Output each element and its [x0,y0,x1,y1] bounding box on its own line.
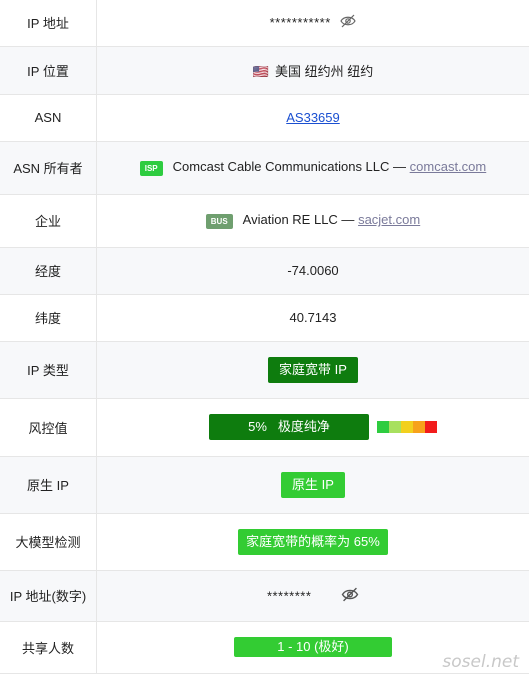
label-latitude: 纬度 [0,294,97,342]
company-domain-link[interactable]: sacjet.com [358,212,420,227]
label-ip-type: IP 类型 [0,341,97,399]
asn-link[interactable]: AS33659 [286,110,340,125]
ip-type-badge: 家庭宽带 IP [268,356,358,383]
ip-info-table: IP 地址 *********** IP 位置 🇺🇸 美国 纽约州 纽约 ASN … [0,0,529,674]
row-ip-location: IP 位置 🇺🇸 美国 纽约州 纽约 [0,46,529,95]
risk-scale-yellow [401,421,413,433]
label-longitude: 经度 [0,247,97,295]
watermark: sosel.net [442,652,519,672]
us-flag-icon: 🇺🇸 [252,63,269,79]
row-ip-type: IP 类型 家庭宽带 IP [0,341,529,399]
label-native-ip: 原生 IP [0,456,97,514]
label-shared-users: 共享人数 [0,621,97,674]
label-ip-number: IP 地址(数字) [0,570,97,622]
risk-scale-green [377,421,389,433]
label-asn: ASN [0,94,97,142]
label-llm-detection: 大模型检测 [0,513,97,571]
risk-scale-orange [413,421,425,433]
location-value: 美国 纽约州 纽约 [274,63,374,79]
risk-scale-lightgreen [389,421,401,433]
longitude-value: -74.0060 [96,247,529,295]
risk-percent: 5% [248,419,267,434]
masked-ip-number: ******** [266,588,312,603]
risk-desc: 极度纯净 [277,419,330,434]
row-ip-number: IP 地址(数字) ******** [0,570,529,622]
risk-scale-legend [377,421,437,433]
label-risk-score: 风控值 [0,398,97,457]
asn-owner-domain-link[interactable]: comcast.com [410,159,487,174]
risk-scale-red [425,421,437,433]
risk-score-bar: 5% 极度纯净 [209,414,369,440]
row-longitude: 经度 -74.0060 [0,247,529,295]
bus-badge: BUS [205,213,233,229]
label-ip-location: IP 位置 [0,46,97,95]
row-native-ip: 原生 IP 原生 IP [0,456,529,514]
row-asn-owner: ASN 所有者 ISP Comcast Cable Communications … [0,141,529,195]
isp-badge: ISP [139,160,163,176]
row-llm-detection: 大模型检测 家庭宽带的概率为 65% [0,513,529,571]
native-ip-badge: 原生 IP [281,471,345,498]
eye-off-icon[interactable] [340,14,357,31]
company-name: Aviation RE LLC — [242,212,355,228]
asn-owner-name: Comcast Cable Communications LLC — [172,159,407,175]
llm-detection-badge: 家庭宽带的概率为 65% [238,528,388,555]
masked-ip-value: *********** [269,15,331,31]
eye-off-icon[interactable] [341,587,359,605]
shared-users-badge: 1 - 10 (极好) [234,637,392,657]
row-asn: ASN AS33659 [0,94,529,142]
label-company: 企业 [0,194,97,248]
row-company: 企业 BUS Aviation RE LLC — sacjet.com [0,194,529,248]
row-latitude: 纬度 40.7143 [0,294,529,342]
row-risk-score: 风控值 5% 极度纯净 [0,398,529,457]
row-ip-address: IP 地址 *********** [0,0,529,47]
label-ip-address: IP 地址 [0,0,97,47]
latitude-value: 40.7143 [96,294,529,342]
label-asn-owner: ASN 所有者 [0,141,97,195]
